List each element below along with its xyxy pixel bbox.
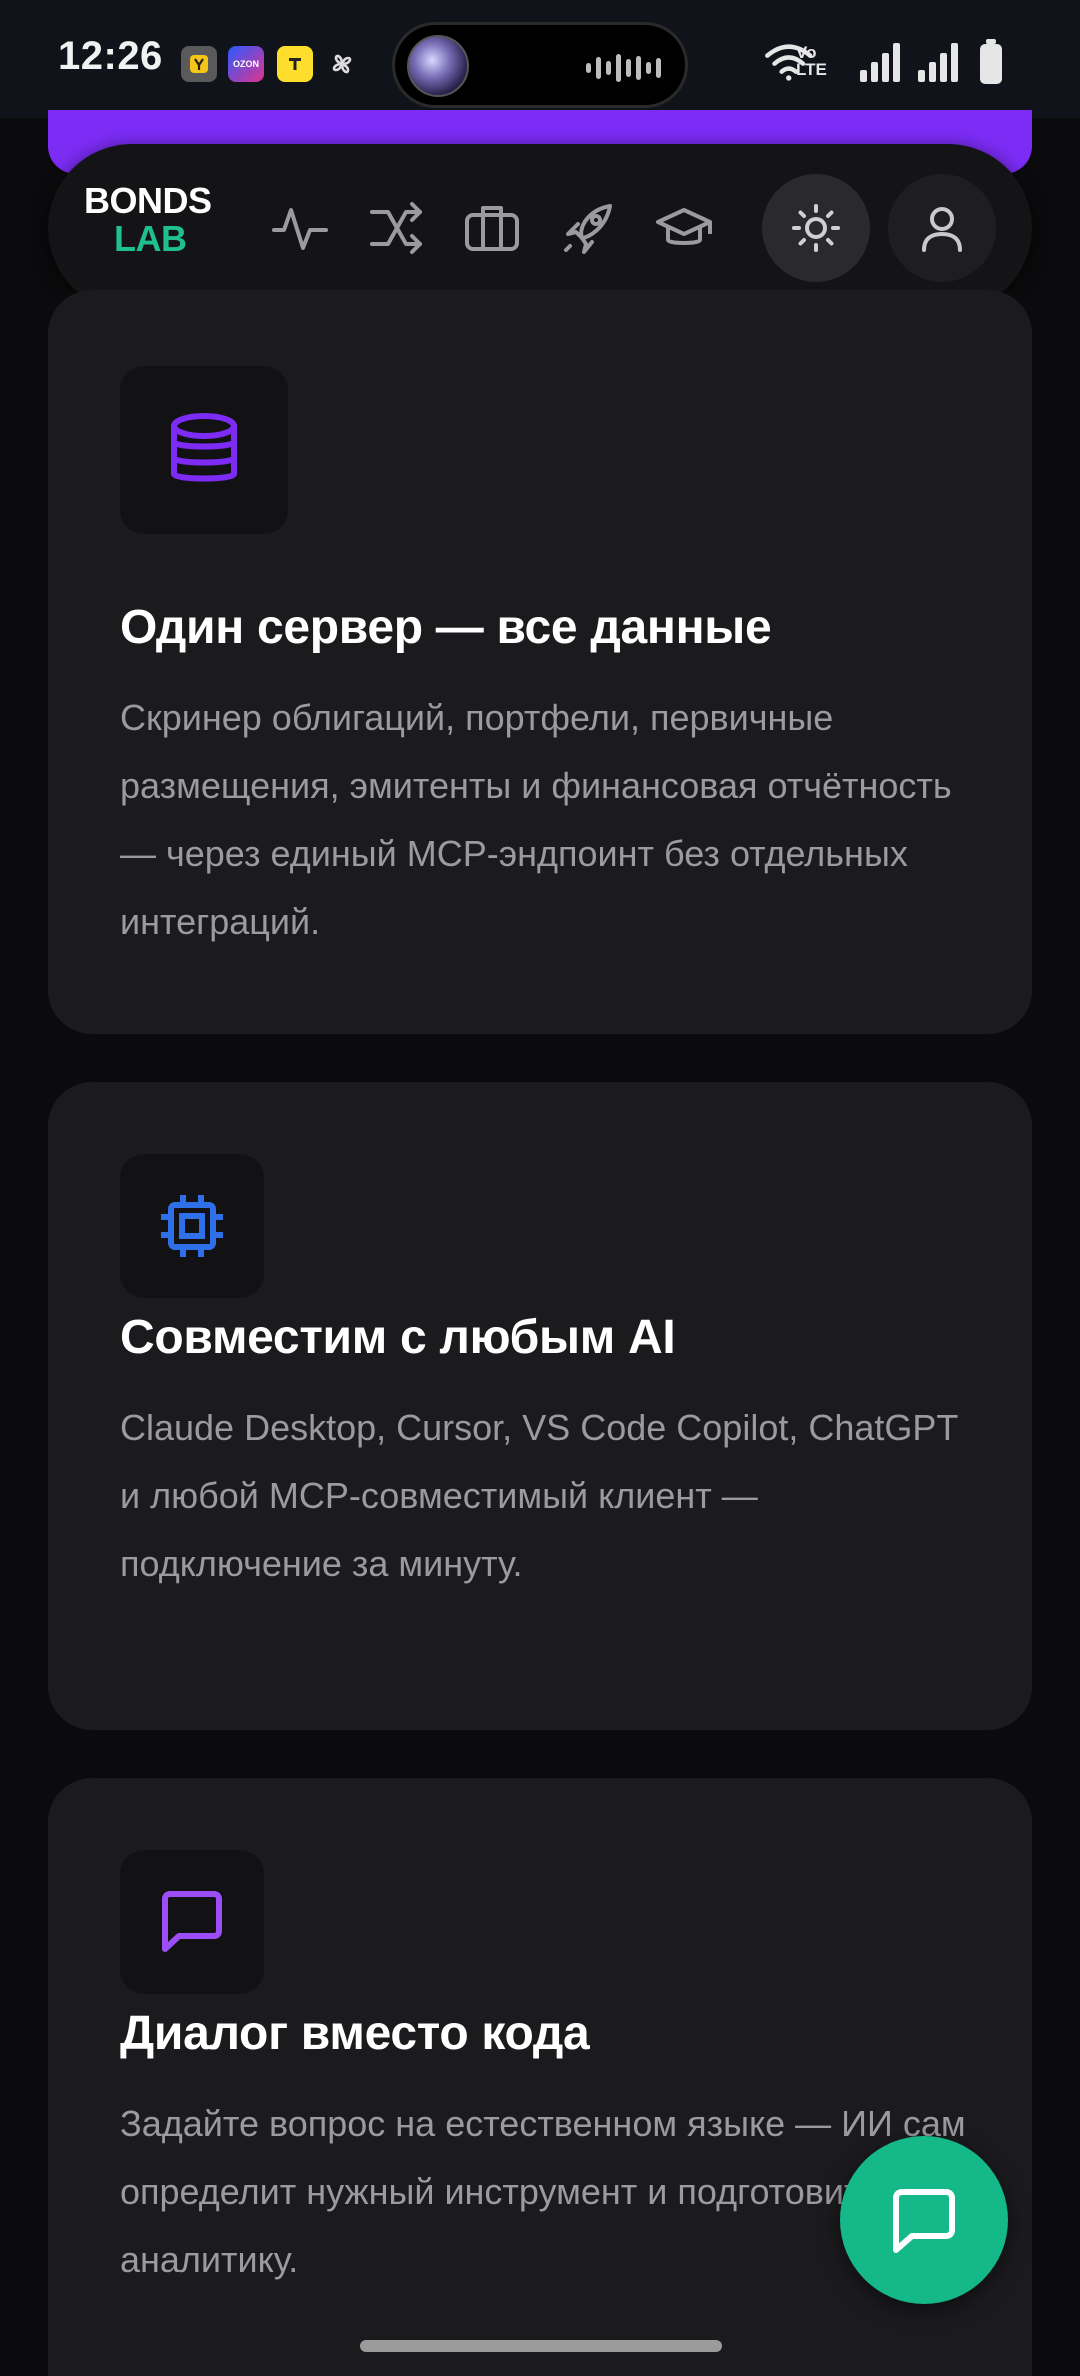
signal-icon xyxy=(918,43,958,82)
card-description: Claude Desktop, Cursor, VS Code Copilot,… xyxy=(120,1407,958,1584)
sun-icon xyxy=(792,204,840,252)
tinkoff-icon xyxy=(277,46,313,82)
card-icon-container xyxy=(120,1154,264,1298)
signal-icon xyxy=(860,43,900,82)
card-title: Один сервер — все данные xyxy=(120,601,772,654)
dynamic-island[interactable] xyxy=(392,22,688,108)
graduation-cap-icon[interactable] xyxy=(654,198,714,258)
user-icon xyxy=(922,207,962,252)
card-description: Скринер облигаций, портфели, первичные р… xyxy=(120,697,952,942)
volte-icon: Vo LTE xyxy=(796,44,827,78)
theme-toggle-button[interactable] xyxy=(762,174,870,282)
chat-icon xyxy=(162,1891,222,1952)
volte-label: Vo xyxy=(796,43,817,62)
briefcase-icon[interactable] xyxy=(462,198,522,258)
card-icon-container xyxy=(120,366,288,534)
feature-card-compatibility: Совместим с любым AI Claude Desktop, Cur… xyxy=(48,1082,1032,1730)
rocket-icon[interactable] xyxy=(558,198,618,258)
status-bar: 12:26 OZON Vo LTE xyxy=(0,0,1080,118)
battery-icon xyxy=(980,39,1002,84)
profile-button[interactable] xyxy=(888,174,996,282)
ozon-label: OZON xyxy=(233,59,259,69)
yandex-pay-icon xyxy=(181,46,217,82)
cpu-icon xyxy=(161,1195,223,1257)
media-artwork xyxy=(407,35,469,97)
top-navigation: BONDS LAB xyxy=(48,144,1032,312)
database-icon xyxy=(171,413,237,482)
card-icon-container xyxy=(120,1850,264,1994)
audio-wave-icon xyxy=(586,53,661,83)
logo-text-lab: LAB xyxy=(114,218,187,259)
bonds-lab-logo[interactable]: BONDS LAB xyxy=(84,182,212,258)
pinwheel-icon xyxy=(324,46,360,82)
card-title: Диалог вместо кода xyxy=(120,2007,590,2060)
activity-icon[interactable] xyxy=(270,198,330,258)
logo-text-bonds: BONDS xyxy=(84,180,212,221)
ozon-icon: OZON xyxy=(228,46,264,82)
shuffle-icon[interactable] xyxy=(366,198,426,258)
feature-card-data: Один сервер — все данные Скринер облигац… xyxy=(48,290,1032,1034)
chat-fab-button[interactable] xyxy=(840,2136,1008,2304)
home-indicator[interactable] xyxy=(360,2340,722,2352)
card-title: Совместим с любым AI xyxy=(120,1311,676,1364)
lte-label: LTE xyxy=(796,60,827,79)
chat-bubble-icon xyxy=(893,2189,955,2253)
status-time: 12:26 xyxy=(58,34,163,78)
